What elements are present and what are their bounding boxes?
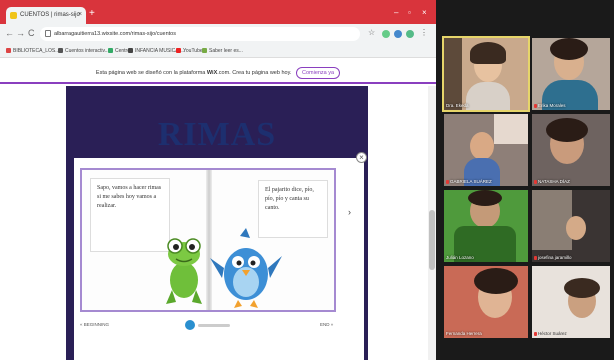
- muted-mic-icon: [534, 331, 537, 336]
- bookmark-icon: [58, 48, 63, 54]
- bookmark-item[interactable]: Saber leer es...: [202, 48, 243, 54]
- end-link[interactable]: END »: [320, 322, 333, 327]
- participant-name: Héctor Suárez: [534, 331, 567, 336]
- participant-name: NATASHA DÍAZ: [534, 179, 570, 184]
- muted-mic-icon: [534, 255, 537, 260]
- left-page-text: Sapo, vamos a hacer rimas si me sabes ho…: [90, 178, 170, 252]
- close-window-button[interactable]: ×: [422, 8, 427, 17]
- wix-favicon-icon: [10, 12, 17, 19]
- browser-window: CUENTOS | rimas-sijo × + – ▫ × ← → C alb…: [0, 0, 436, 360]
- start-now-button[interactable]: Comienza ya: [295, 67, 341, 79]
- play-button[interactable]: [185, 320, 195, 330]
- participant-name: josefina jaramillo: [534, 255, 572, 260]
- beginning-link[interactable]: « BEGINNING: [80, 322, 109, 327]
- muted-mic-icon: [534, 103, 537, 108]
- frog-illustration: [166, 238, 202, 304]
- browser-toolbar: ← → C albarragauitierra13.wixsite.com/ri…: [0, 24, 436, 44]
- lock-icon: [45, 30, 51, 37]
- participant-name: Erika Morales: [534, 103, 566, 108]
- participant-tile[interactable]: Fernanda Herrera: [444, 266, 528, 338]
- bookmark-icon: [128, 48, 133, 54]
- muted-mic-icon: [446, 179, 449, 184]
- star-icon[interactable]: ☆: [368, 28, 375, 37]
- participant-name: Dra. Ekeda: [446, 103, 469, 108]
- participant-tile[interactable]: josefina jaramillo: [532, 190, 610, 262]
- bookmark-icon: [202, 48, 207, 54]
- tab-title: CUENTOS | rimas-sijo: [20, 12, 80, 18]
- participant-tile[interactable]: GABRIELA SUÁREZ: [444, 114, 528, 186]
- youtube-icon: [176, 48, 181, 54]
- participant-tile[interactable]: NATASHA DÍAZ: [532, 114, 610, 186]
- scrollbar-thumb[interactable]: [429, 210, 435, 270]
- back-button[interactable]: ←: [5, 28, 14, 38]
- bookmarks-bar: BIBLIOTECA_LOS... Cuentos interactiv... …: [0, 44, 436, 58]
- tab-bar: CUENTOS | rimas-sijo × + – ▫ ×: [0, 0, 436, 24]
- browser-tab[interactable]: CUENTOS | rimas-sijo ×: [6, 7, 86, 24]
- bird-illustration: [210, 228, 282, 308]
- minimize-button[interactable]: –: [394, 8, 398, 17]
- url-text: albarragauitierra13.wixsite.com/rimas-si…: [54, 31, 176, 37]
- participant-name: Fernanda Herrera: [446, 331, 482, 336]
- flipbook-controls: « BEGINNING END »: [80, 318, 336, 332]
- bookmark-item[interactable]: Centro: [108, 48, 130, 54]
- close-lightbox-button[interactable]: ×: [356, 152, 367, 163]
- video-call-grid: Dra. Ekeda Erika Morales GABRIELA SUÁREZ…: [436, 0, 614, 360]
- bookmark-item[interactable]: Cuentos interactiv...: [58, 48, 109, 54]
- participant-tile[interactable]: Erika Morales: [532, 38, 610, 110]
- menu-icon[interactable]: ⋮: [420, 28, 428, 37]
- bookmark-item[interactable]: BIBLIOTECA_LOS...: [6, 48, 59, 54]
- next-page-arrow-icon[interactable]: ›: [348, 207, 351, 217]
- page-title: RIMAS: [157, 116, 277, 153]
- extension-icon[interactable]: [394, 30, 402, 38]
- reload-button[interactable]: C: [28, 28, 35, 38]
- wix-banner: Esta página web se diseñó con la platafo…: [0, 58, 436, 84]
- participant-name: Julián Lozano: [446, 255, 474, 260]
- new-tab-button[interactable]: +: [89, 8, 95, 19]
- bookmark-icon: [108, 48, 113, 54]
- participant-name: GABRIELA SUÁREZ: [446, 179, 492, 184]
- profile-avatar[interactable]: [406, 30, 414, 38]
- participant-tile[interactable]: Héctor Suárez: [532, 266, 610, 338]
- progress-track[interactable]: [198, 324, 230, 327]
- participant-tile[interactable]: Dra. Ekeda: [442, 36, 530, 112]
- maximize-button[interactable]: ▫: [408, 8, 411, 17]
- participant-tile[interactable]: Julián Lozano: [444, 190, 528, 262]
- tab-close-icon[interactable]: ×: [78, 11, 82, 18]
- bookmark-item[interactable]: YouTube: [176, 48, 203, 54]
- wix-logo: WiX: [206, 70, 218, 76]
- address-bar[interactable]: albarragauitierra13.wixsite.com/rimas-si…: [40, 27, 360, 41]
- bookmark-icon: [6, 48, 11, 54]
- muted-mic-icon: [534, 179, 537, 184]
- forward-button[interactable]: →: [16, 28, 25, 38]
- extension-icon[interactable]: [382, 30, 390, 38]
